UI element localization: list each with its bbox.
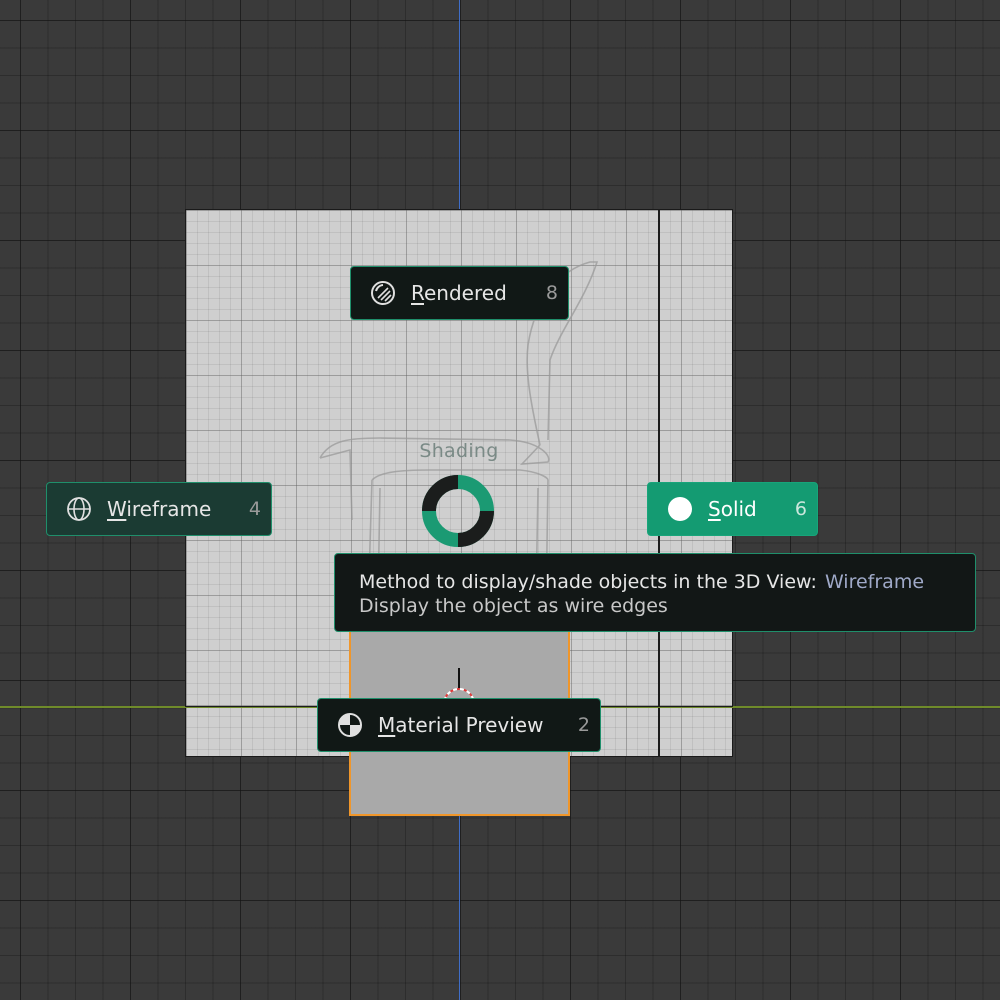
solid-label: Solid <box>708 497 757 521</box>
pie-direction-ring <box>422 475 494 547</box>
material-preview-label: Material Preview <box>378 713 544 737</box>
pie-item-wireframe[interactable]: Wireframe 4 <box>46 482 272 536</box>
wireframe-hotkey: 4 <box>248 498 261 520</box>
tooltip-heading-line: Method to display/shade objects in the 3… <box>359 570 975 594</box>
rendered-shading-icon <box>371 281 395 305</box>
solid-sphere-icon <box>668 497 692 521</box>
wireframe-globe-icon <box>67 497 91 521</box>
solid-hotkey: 6 <box>794 498 807 520</box>
rendered-hotkey: 8 <box>545 282 558 304</box>
pie-item-material-preview[interactable]: Material Preview 2 <box>317 698 601 752</box>
material-preview-icon <box>338 713 362 737</box>
shading-tooltip: Method to display/shade objects in the 3… <box>334 553 976 632</box>
tooltip-heading: Method to display/shade objects in the 3… <box>359 571 817 593</box>
wireframe-label: Wireframe <box>107 497 212 521</box>
tooltip-description: Display the object as wire edges <box>359 595 668 617</box>
pie-item-solid[interactable]: Solid 6 <box>647 482 818 536</box>
tooltip-value: Wireframe <box>824 571 925 593</box>
pie-item-rendered[interactable]: Rendered 8 <box>350 266 569 320</box>
material-preview-hotkey: 2 <box>577 714 590 736</box>
rendered-label: Rendered <box>411 281 507 305</box>
pie-menu-title: Shading <box>419 440 499 462</box>
